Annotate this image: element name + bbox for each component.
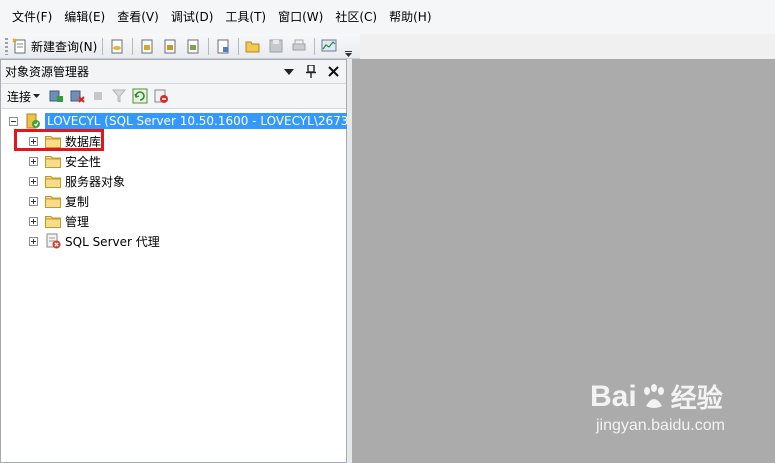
close-panel-button[interactable] xyxy=(324,63,342,81)
mdx-query-icon xyxy=(141,39,153,54)
menu-debug[interactable]: 调试(D) xyxy=(165,0,220,34)
object-explorer-titlebar: 对象资源管理器 xyxy=(1,60,346,84)
annotation-highlight-box xyxy=(14,129,104,151)
open-file-button[interactable] xyxy=(242,36,263,57)
server-icon xyxy=(25,113,41,129)
print-icon xyxy=(292,39,306,51)
new-query-button[interactable]: 新建查询(N) xyxy=(12,36,97,57)
server-node[interactable]: LOVECYL (SQL Server 10.50.1600 - LOVECYL… xyxy=(9,111,363,131)
standard-toolbar: 新建查询(N) xyxy=(0,34,360,59)
panel-title: 对象资源管理器 xyxy=(5,65,90,79)
dropdown-arrow-icon xyxy=(33,94,41,98)
expand-toggle[interactable] xyxy=(29,236,38,246)
dmx-query-icon xyxy=(164,39,176,54)
tree-node-security[interactable]: 安全性 xyxy=(29,151,101,171)
menu-bar: 文件(F) 编辑(E) 查看(V) 调试(D) 工具(T) 窗口(W) 社区(C… xyxy=(0,0,775,34)
tree-node-label: 复制 xyxy=(65,194,90,209)
db-query-icon xyxy=(111,39,123,54)
dmx-query-button[interactable] xyxy=(159,36,180,57)
menu-help[interactable]: 帮助(H) xyxy=(383,0,437,34)
server-label: LOVECYL (SQL Server 10.50.1600 - LOVECYL… xyxy=(45,113,363,129)
tree-node-replication[interactable]: 复制 xyxy=(29,191,89,211)
watermark: Bai 经验 jingyan.baidu.com xyxy=(590,378,725,435)
menu-community[interactable]: 社区(C) xyxy=(329,0,383,34)
window-position-button[interactable] xyxy=(280,63,298,81)
open-folder-icon xyxy=(245,41,260,53)
database-engine-query-button[interactable] xyxy=(106,36,127,57)
watermark-url: jingyan.baidu.com xyxy=(596,417,725,434)
tree-node-server-objects[interactable]: 服务器对象 xyxy=(29,171,125,191)
xmla-query-icon xyxy=(187,39,199,54)
toolbar-grip[interactable] xyxy=(5,37,8,55)
stop-button[interactable] xyxy=(88,86,108,106)
menu-tools[interactable]: 工具(T) xyxy=(219,0,272,34)
connect-label: 连接 xyxy=(7,89,32,104)
print-button[interactable] xyxy=(288,36,309,57)
disconnect-icon xyxy=(70,90,85,103)
refresh-icon xyxy=(132,88,148,104)
new-query-label: 新建查询(N) xyxy=(31,39,98,54)
refresh-button[interactable] xyxy=(130,86,150,106)
close-icon xyxy=(327,66,339,77)
toolbar-overflow-button[interactable] xyxy=(343,35,353,57)
expand-toggle[interactable] xyxy=(29,176,38,186)
save-button[interactable] xyxy=(265,36,286,57)
tree-node-management[interactable]: 管理 xyxy=(29,211,89,231)
chevron-down-icon xyxy=(344,51,352,57)
connect-server-icon xyxy=(49,90,64,102)
paw-icon xyxy=(643,383,664,408)
folder-icon xyxy=(45,174,61,188)
new-file-icon xyxy=(217,39,229,54)
filter-icon xyxy=(112,89,127,103)
menu-window[interactable]: 窗口(W) xyxy=(272,0,329,34)
expand-toggle[interactable] xyxy=(29,156,38,166)
analysis-query-button[interactable] xyxy=(136,36,157,57)
filter-button[interactable] xyxy=(109,86,129,106)
tree-node-label: 服务器对象 xyxy=(65,174,126,189)
sql-agent-icon xyxy=(45,233,61,249)
activity-monitor-icon xyxy=(154,89,169,103)
activity-monitor-button[interactable] xyxy=(318,36,339,57)
tree-node-label: 管理 xyxy=(65,214,90,229)
tree-node-label: 安全性 xyxy=(65,154,102,169)
object-explorer-panel: 对象资源管理器 连接 LOVECYL (SQL Server 10.50.160… xyxy=(0,59,363,463)
watermark-brand-text: Bai xyxy=(590,379,637,413)
disconnect-button[interactable] xyxy=(67,86,87,106)
expand-toggle[interactable] xyxy=(29,196,38,206)
tree-node-sql-agent[interactable]: SQL Server 代理 xyxy=(29,231,160,251)
connect-explorer-button[interactable] xyxy=(46,86,66,106)
toolbar-separator xyxy=(102,37,104,55)
tree-node-label: SQL Server 代理 xyxy=(65,234,160,249)
watermark-brand-text-cn: 经验 xyxy=(670,383,723,413)
menu-view[interactable]: 查看(V) xyxy=(111,0,165,34)
activity-monitor-small-button[interactable] xyxy=(151,86,171,106)
dropdown-arrow-icon xyxy=(284,68,294,75)
menu-file[interactable]: 文件(F) xyxy=(6,0,58,34)
save-icon xyxy=(269,39,283,53)
watermark-brand: Bai 经验 xyxy=(590,378,725,415)
new-query-icon xyxy=(12,38,26,54)
folder-icon xyxy=(45,214,61,228)
collapse-toggle[interactable] xyxy=(9,116,18,126)
pin-icon xyxy=(306,65,316,78)
xmla-query-button[interactable] xyxy=(182,36,203,57)
object-explorer-toolbar: 连接 xyxy=(1,84,346,109)
expand-toggle[interactable] xyxy=(29,216,38,226)
menu-edit[interactable]: 编辑(E) xyxy=(58,0,111,34)
folder-icon xyxy=(45,194,61,208)
folder-icon xyxy=(45,154,61,168)
new-file-button[interactable] xyxy=(212,36,233,57)
activity-monitor-icon xyxy=(321,39,337,52)
connect-button[interactable]: 连接 xyxy=(7,88,41,105)
stop-icon xyxy=(94,92,103,100)
auto-hide-button[interactable] xyxy=(302,63,320,81)
